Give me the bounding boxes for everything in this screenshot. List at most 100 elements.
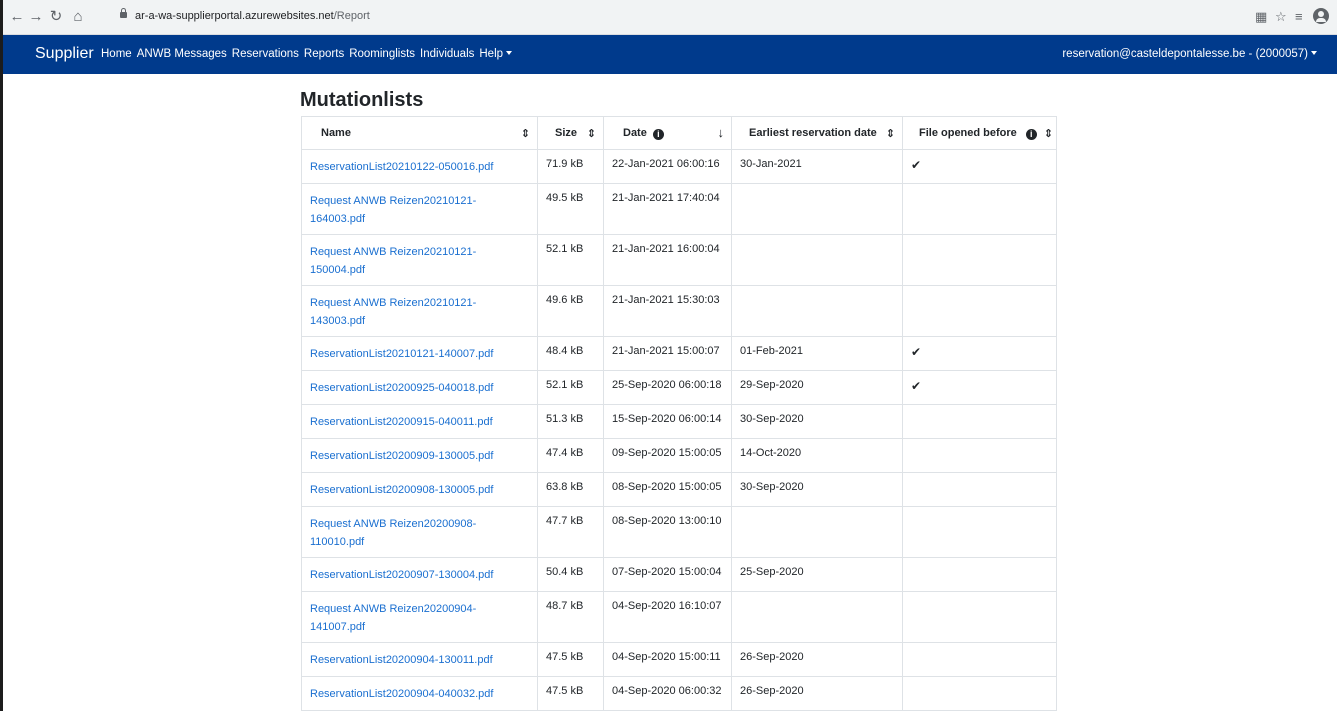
cell-date: 04-Sep-2020 06:00:32 [603, 676, 732, 711]
cell-date-text: 21-Jan-2021 15:00:07 [612, 345, 720, 357]
cell-date-text: 21-Jan-2021 16:00:04 [612, 243, 720, 255]
nav-reports[interactable]: Reports [304, 48, 344, 60]
user-email: reservation@casteldepontalesse.be - (200… [1062, 48, 1308, 60]
sort-icon[interactable]: ⇕ [521, 127, 530, 140]
cell-size: 49.5 kB [537, 183, 604, 235]
file-link[interactable]: ReservationList20200904-130011.pdf [310, 654, 493, 666]
cell-size-text: 47.5 kB [546, 685, 584, 697]
file-link[interactable]: Request ANWB Reizen20210121- 143003.pdf [310, 297, 476, 327]
cell-name: Request ANWB Reizen20200904- 141007.pdf [301, 591, 538, 643]
user-menu[interactable]: reservation@casteldepontalesse.be - (200… [1062, 48, 1317, 60]
file-link[interactable]: Request ANWB Reizen20210121- 150004.pdf [310, 246, 476, 276]
cell-name: ReservationList20210122-050016.pdf [301, 149, 538, 184]
file-link[interactable]: ReservationList20200908-130005.pdf [310, 484, 493, 496]
browser-toolbar: ← → ↻ ⌂ ar-a-wa-supplierportal.azurewebs… [3, 0, 1337, 35]
cell-date: 08-Sep-2020 15:00:05 [603, 472, 732, 507]
cell-file-opened [902, 404, 1057, 439]
star-icon[interactable]: ☆ [1275, 9, 1287, 25]
cell-earliest-date [731, 285, 903, 337]
translate-icon[interactable]: ▦ [1255, 9, 1267, 25]
cell-size-text: 50.4 kB [546, 566, 584, 578]
file-link[interactable]: ReservationList20210122-050016.pdf [310, 161, 493, 173]
file-link[interactable]: Request ANWB Reizen20200904- 141007.pdf [310, 603, 476, 633]
cell-file-opened [902, 591, 1057, 643]
cell-size-text: 49.5 kB [546, 192, 584, 204]
cell-date: 21-Jan-2021 17:40:04 [603, 183, 732, 235]
column-header-date[interactable]: Date i ↓ [603, 116, 732, 150]
column-header-label: Date [623, 126, 647, 139]
cell-earliest-date-text: 14-Oct-2020 [740, 447, 802, 459]
cell-name: ReservationList20200908-130005.pdf [301, 472, 538, 507]
cell-size: 47.4 kB [537, 438, 604, 473]
url-text[interactable]: ar-a-wa-supplierportal.azurewebsites.net… [135, 10, 370, 22]
table-row: ReservationList20200907-130004.pdf 50.4 k… [301, 557, 1057, 592]
cell-date-text: 15-Sep-2020 06:00:14 [612, 413, 722, 425]
cell-file-opened [902, 506, 1057, 558]
file-link[interactable]: ReservationList20200907-130004.pdf [310, 569, 493, 581]
nav-home[interactable]: Home [101, 48, 132, 60]
nav-help-dropdown[interactable]: Help [479, 48, 513, 60]
table-row: ReservationList20200904-040032.pdf 47.5 k… [301, 676, 1057, 711]
column-header-opened[interactable]: File opened before i ⇕ [902, 116, 1057, 150]
cell-file-opened [902, 438, 1057, 473]
reload-icon[interactable]: ↻ [47, 8, 65, 26]
cell-date: 04-Sep-2020 15:00:11 [603, 642, 732, 677]
cell-date: 21-Jan-2021 15:30:03 [603, 285, 732, 337]
cell-date-text: 04-Sep-2020 16:10:07 [612, 600, 722, 612]
reading-list-icon[interactable]: ≡ [1295, 9, 1303, 25]
cell-size: 48.7 kB [537, 591, 604, 643]
check-icon: ✔ [911, 345, 922, 359]
file-link[interactable]: Request ANWB Reizen20200908- 110010.pdf [310, 518, 476, 548]
sort-icon[interactable]: ⇕ [886, 127, 895, 140]
forward-arrow-icon[interactable]: → [27, 8, 45, 26]
nav-individuals[interactable]: Individuals [420, 48, 474, 60]
cell-size-text: 48.7 kB [546, 600, 584, 612]
table-row: ReservationList20210121-140007.pdf 48.4 k… [301, 336, 1057, 371]
column-header-name[interactable]: Name ⇕ [301, 116, 538, 150]
app-navbar: Supplier Home ANWB Messages Reservations… [3, 35, 1337, 74]
lock-icon [120, 8, 127, 18]
cell-earliest-date-text: 30-Sep-2020 [740, 413, 804, 425]
cell-name: Request ANWB Reizen20200908- 110010.pdf [301, 506, 538, 558]
file-link-text: Request ANWB Reizen20210121- 143003.pdf [310, 297, 477, 327]
cell-earliest-date-text: 30-Jan-2021 [740, 158, 802, 170]
table-row: ReservationList20200925-040018.pdf 52.1 k… [301, 370, 1057, 405]
file-link[interactable]: ReservationList20200904-040032.pdf [310, 688, 493, 700]
file-link[interactable]: ReservationList20200915-040011.pdf [310, 416, 493, 428]
cell-date: 22-Jan-2021 06:00:16 [603, 149, 732, 184]
info-icon[interactable]: i [1025, 128, 1037, 140]
cell-file-opened [902, 183, 1057, 235]
nav-anwb-messages[interactable]: ANWB Messages [137, 48, 227, 60]
file-link[interactable]: ReservationList20200925-040018.pdf [310, 382, 493, 394]
address-bar[interactable]: ar-a-wa-supplierportal.azurewebsites.net… [113, 7, 1293, 28]
column-header-size[interactable]: Size ⇕ [537, 116, 604, 150]
cell-size: 71.9 kB [537, 149, 604, 184]
file-link[interactable]: ReservationList20200909-130005.pdf [310, 450, 493, 462]
back-arrow-icon[interactable]: ← [8, 8, 26, 26]
sort-descending-icon[interactable]: ↓ [718, 125, 725, 140]
home-icon[interactable]: ⌂ [69, 8, 87, 26]
cell-name: Request ANWB Reizen20210121- 150004.pdf [301, 234, 538, 286]
cell-size-text: 47.7 kB [546, 515, 584, 527]
nav-help-label: Help [479, 48, 504, 60]
url-path: /Report [333, 10, 370, 22]
column-header-earliest[interactable]: Earliest reservation date ⇕ [731, 116, 903, 150]
brand-link[interactable]: Supplier [35, 45, 94, 63]
file-link-text: Request ANWB Reizen20200904- 141007.pdf [310, 603, 477, 633]
sort-icon[interactable]: ⇕ [587, 127, 596, 140]
info-icon[interactable]: i [652, 128, 664, 140]
file-link[interactable]: Request ANWB Reizen20210121- 164003.pdf [310, 195, 476, 225]
cell-size-text: 51.3 kB [546, 413, 584, 425]
sort-icon[interactable]: ⇕ [1044, 127, 1053, 140]
cell-file-opened: ✔ [902, 149, 1057, 184]
cell-earliest-date: 30-Jan-2021 [731, 149, 903, 184]
cell-size: 48.4 kB [537, 336, 604, 371]
cell-earliest-date: 14-Oct-2020 [731, 438, 903, 473]
file-link[interactable]: ReservationList20210121-140007.pdf [310, 348, 493, 360]
profile-icon[interactable] [1313, 8, 1329, 24]
table-body: ReservationList20210122-050016.pdf 71.9 k… [301, 149, 1057, 711]
cell-size: 52.1 kB [537, 234, 604, 286]
nav-reservations[interactable]: Reservations [232, 48, 299, 60]
cell-date-text: 07-Sep-2020 15:00:04 [612, 566, 722, 578]
nav-roominglists[interactable]: Roominglists [349, 48, 415, 60]
